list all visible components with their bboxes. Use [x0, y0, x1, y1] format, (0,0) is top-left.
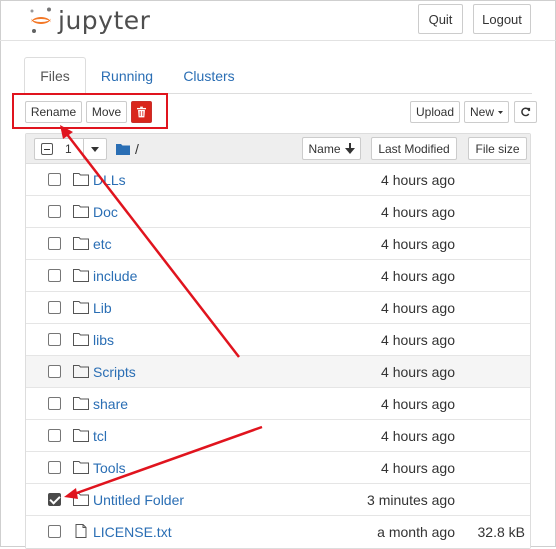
folder-icon — [73, 173, 89, 186]
row-checkbox[interactable] — [48, 493, 61, 506]
item-name[interactable]: LICENSE.txt — [93, 524, 172, 540]
new-dropdown-button[interactable]: New — [464, 101, 509, 123]
new-label: New — [470, 105, 495, 119]
folder-icon — [73, 493, 89, 506]
item-name[interactable]: Untitled Folder — [93, 492, 184, 508]
list-item[interactable]: Scripts 4 hours ago — [26, 356, 530, 388]
item-name[interactable]: tcl — [93, 428, 107, 444]
selected-count: 1 — [65, 142, 72, 156]
row-checkbox[interactable] — [48, 525, 61, 538]
folder-icon — [73, 365, 89, 378]
row-checkbox[interactable] — [48, 205, 61, 218]
folder-icon — [73, 237, 89, 250]
tab-running[interactable]: Running — [92, 57, 162, 94]
item-name[interactable]: Scripts — [93, 364, 136, 380]
list-item[interactable]: etc 4 hours ago — [26, 228, 530, 260]
item-name[interactable]: Doc — [93, 204, 118, 220]
row-checkbox[interactable] — [48, 461, 61, 474]
list-item[interactable]: Doc 4 hours ago — [26, 196, 530, 228]
item-modified: 3 minutes ago — [367, 492, 455, 508]
list-item[interactable]: tcl 4 hours ago — [26, 420, 530, 452]
annotation-highlight-box — [12, 93, 168, 129]
item-modified: 4 hours ago — [381, 204, 455, 220]
item-name[interactable]: libs — [93, 332, 114, 348]
folder-icon — [73, 333, 89, 346]
sort-name-label: Name — [308, 141, 341, 156]
refresh-icon — [521, 107, 531, 117]
caret-down-icon — [498, 110, 503, 114]
logout-button[interactable]: Logout — [473, 4, 531, 34]
row-checkbox[interactable] — [48, 365, 61, 378]
item-name[interactable]: etc — [93, 236, 112, 252]
select-partial-icon — [41, 143, 53, 155]
row-checkbox[interactable] — [48, 429, 61, 442]
jupyter-logo[interactable]: jupyter — [28, 5, 150, 35]
caret-down-icon — [91, 146, 99, 152]
folder-icon — [73, 205, 89, 218]
item-modified: 4 hours ago — [381, 236, 455, 252]
folder-home-icon[interactable] — [116, 143, 130, 155]
item-size: 32.8 kB — [477, 524, 525, 540]
refresh-button[interactable] — [514, 101, 537, 123]
tab-files[interactable]: Files — [24, 57, 86, 94]
quit-button[interactable]: Quit — [418, 4, 463, 34]
folder-icon — [73, 461, 89, 474]
sort-modified-button[interactable]: Last Modified — [371, 137, 457, 160]
item-name[interactable]: include — [93, 268, 137, 284]
select-dropdown-button[interactable] — [83, 138, 107, 160]
list-item[interactable]: share 4 hours ago — [26, 388, 530, 420]
item-name[interactable]: Lib — [93, 300, 112, 316]
breadcrumb: / — [116, 141, 139, 157]
sort-size-button[interactable]: File size — [468, 137, 527, 160]
list-item[interactable]: Lib 4 hours ago — [26, 292, 530, 324]
jupyter-logo-icon — [30, 7, 51, 33]
row-checkbox[interactable] — [48, 301, 61, 314]
file-icon — [75, 524, 87, 538]
logo-text: jupyter — [58, 5, 151, 35]
item-name[interactable]: Tools — [93, 460, 126, 476]
list-item[interactable]: LICENSE.txt a month ago 32.8 kB — [26, 516, 530, 548]
upload-button[interactable]: Upload — [410, 101, 460, 123]
item-modified: 4 hours ago — [381, 428, 455, 444]
row-checkbox[interactable] — [48, 269, 61, 282]
folder-icon — [73, 397, 89, 410]
folder-icon — [73, 269, 89, 282]
row-checkbox[interactable] — [48, 237, 61, 250]
item-modified: 4 hours ago — [381, 460, 455, 476]
row-checkbox[interactable] — [48, 333, 61, 346]
list-item[interactable]: Untitled Folder 3 minutes ago — [26, 484, 530, 516]
item-modified: 4 hours ago — [381, 396, 455, 412]
tab-clusters[interactable]: Clusters — [176, 57, 242, 94]
item-name[interactable]: share — [93, 396, 128, 412]
header: jupyter Quit Logout — [0, 0, 556, 41]
list-header: 1 / Name Last Modified File size — [26, 134, 530, 164]
folder-icon — [73, 301, 89, 314]
item-modified: 4 hours ago — [381, 300, 455, 316]
list-item[interactable]: include 4 hours ago — [26, 260, 530, 292]
item-modified: 4 hours ago — [381, 268, 455, 284]
item-name[interactable]: DLLs — [93, 172, 126, 188]
sort-name-button[interactable]: Name — [302, 137, 361, 160]
list-item[interactable]: Tools 4 hours ago — [26, 452, 530, 484]
item-modified: 4 hours ago — [381, 332, 455, 348]
item-modified: a month ago — [377, 524, 455, 540]
list-item[interactable]: libs 4 hours ago — [26, 324, 530, 356]
item-modified: 4 hours ago — [381, 172, 455, 188]
arrow-down-icon — [344, 143, 355, 154]
list-item[interactable]: DLLs 4 hours ago — [26, 164, 530, 196]
file-list: 1 / Name Last Modified File size DLLs 4 … — [25, 133, 531, 549]
select-all-checkbox[interactable]: 1 — [34, 138, 84, 160]
row-checkbox[interactable] — [48, 173, 61, 186]
folder-icon — [73, 429, 89, 442]
breadcrumb-path[interactable]: / — [135, 141, 139, 157]
row-checkbox[interactable] — [48, 397, 61, 410]
item-modified: 4 hours ago — [381, 364, 455, 380]
